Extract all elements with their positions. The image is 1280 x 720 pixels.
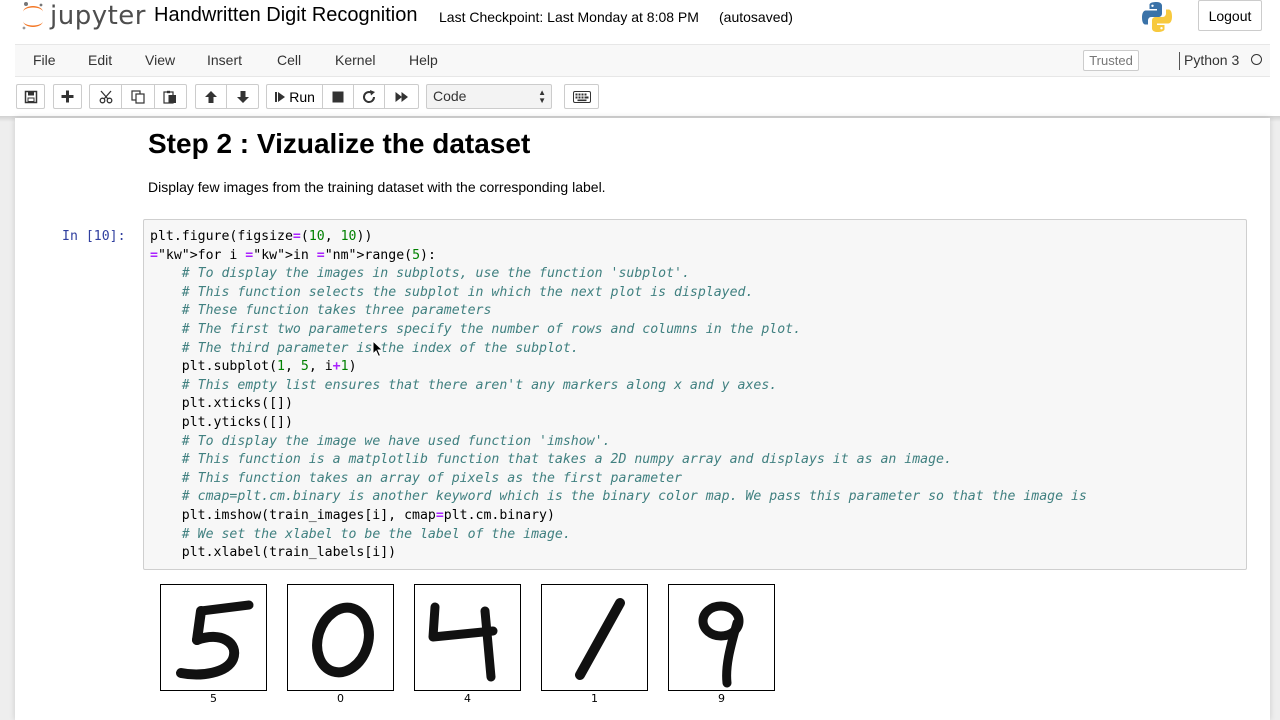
output-image-digit-5 [160,584,267,691]
kernel-divider [1179,52,1180,70]
cell-type-value: Code [433,88,467,104]
restart-button[interactable] [354,85,386,108]
code-line[interactable]: # These function takes three parameters [150,302,1087,321]
checkpoint-status: Last Checkpoint: Last Monday at 8:08 PM [439,9,699,25]
subplot-xlabel: 9 [718,692,725,705]
run-button-group: Run [266,84,419,109]
jupyter-logo[interactable]: jupyter [20,1,146,31]
interrupt-button[interactable] [323,85,354,108]
kernel-idle-icon [1251,54,1262,65]
code-text[interactable]: plt.figure(figsize=(10, 10)) ="kw">for i … [150,228,1087,563]
logout-button[interactable]: Logout [1198,0,1262,31]
stop-icon [332,91,344,102]
markdown-paragraph: Display few images from the training dat… [148,179,606,195]
code-line[interactable]: # To display the image we have used func… [150,433,1087,452]
output-image-digit-9 [668,584,775,691]
code-line[interactable]: # This function takes an array of pixels… [150,470,1087,489]
markdown-heading: Step 2 : Vizualize the dataset [148,128,531,159]
add-cell-icon [61,90,74,103]
move-down-button[interactable] [227,85,258,108]
subplot-xlabel: 0 [337,692,344,705]
cut-button[interactable] [90,85,123,108]
output-image-digit-4 [414,584,521,691]
move-up-button[interactable] [196,85,228,108]
python-logo-icon [1142,2,1172,32]
code-line[interactable]: # The third parameter is the index of th… [150,340,1087,359]
menu-bar: File Edit View Insert Cell Kernel Help [15,44,1270,77]
run-icon [275,91,286,102]
save-button[interactable] [16,84,45,109]
select-arrows-icon: ▲ ▼ [538,88,546,105]
restart-run-all-button[interactable] [385,85,418,108]
code-line[interactable]: # This function selects the subplot in w… [150,284,1087,303]
menu-file[interactable]: File [33,52,56,68]
code-line[interactable]: plt.imshow(train_images[i], cmap=plt.cm.… [150,507,1087,526]
digit-0-image [312,602,374,678]
code-line[interactable]: plt.subplot(1, 5, i+1) [150,358,1087,377]
kernel-name[interactable]: Python 3 [1184,52,1239,68]
restart-icon [363,89,376,103]
save-icon [24,90,37,103]
cell-type-select[interactable]: Code ▲ ▼ [426,84,552,109]
code-line[interactable]: ="kw">for i ="kw">in ="nm">range(5): [150,247,1087,266]
code-line[interactable]: # To display the images in subplots, use… [150,265,1087,284]
autosave-status: (autosaved) [719,9,793,25]
digit-5-image [176,600,254,680]
code-line[interactable]: plt.xticks([]) [150,395,1087,414]
run-label: Run [289,88,315,105]
notebook-header: jupyter Handwritten Digit Recognition La… [0,0,1280,116]
trusted-indicator[interactable]: Trusted [1083,50,1139,71]
subplot-xlabel: 4 [464,692,471,705]
cut-icon [99,90,113,103]
digit-4-image [428,602,498,682]
move-up-icon [205,90,217,103]
jupyter-logo-icon [22,2,43,30]
menu-help[interactable]: Help [409,52,438,68]
move-button-group [195,84,259,109]
paste-icon [163,90,177,104]
digit-1-image [575,598,625,680]
notebook-title[interactable]: Handwritten Digit Recognition [154,4,417,27]
copy-button[interactable] [122,85,155,108]
code-line[interactable]: plt.xlabel(train_labels[i]) [150,544,1087,563]
subplot-xlabel: 1 [591,692,598,705]
code-line[interactable]: plt.yticks([]) [150,414,1087,433]
menu-kernel[interactable]: Kernel [335,52,375,68]
code-line[interactable]: # This empty list ensures that there are… [150,377,1087,396]
logo-wordmark: jupyter [50,1,146,31]
code-line[interactable]: # The first two parameters specify the n… [150,321,1087,340]
digit-9-image [698,601,744,688]
copy-icon [131,89,145,104]
paste-button[interactable] [155,85,186,108]
keyboard-icon [572,90,591,103]
code-line[interactable]: # cmap=plt.cm.binary is another keyword … [150,488,1087,507]
menu-insert[interactable]: Insert [207,52,242,68]
add-cell-button[interactable] [53,84,82,109]
command-palette-button[interactable] [564,84,599,109]
menu-edit[interactable]: Edit [88,52,112,68]
menu-cell[interactable]: Cell [277,52,301,68]
output-image-digit-0 [287,584,394,691]
move-down-icon [236,90,249,103]
fast-forward-icon [395,91,408,102]
input-prompt: In [10]: [62,229,126,244]
code-line[interactable]: plt.figure(figsize=(10, 10)) [150,228,1087,247]
code-cell-editor[interactable]: plt.figure(figsize=(10, 10)) ="kw">for i … [143,219,1247,570]
clipboard-button-group [89,84,187,109]
output-image-digit-1 [541,584,648,691]
subplot-xlabel: 5 [210,692,217,705]
run-button[interactable]: Run [267,85,324,108]
code-line[interactable]: # We set the xlabel to be the label of t… [150,526,1087,545]
code-line[interactable]: # This function is a matplotlib function… [150,451,1087,470]
mouse-cursor-icon [372,340,384,358]
menu-view[interactable]: View [145,52,175,68]
